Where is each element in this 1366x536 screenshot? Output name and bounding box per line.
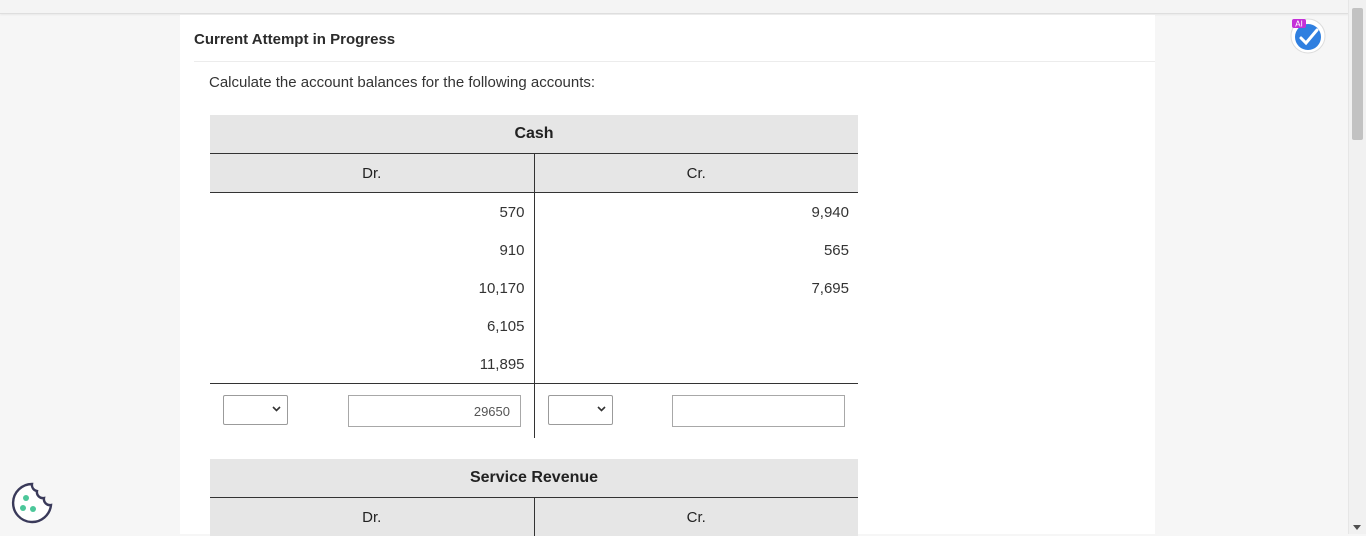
t-account-entries: 570 910 10,170 6,105 11,895 9,940 565 7,… <box>210 193 858 384</box>
t-account-cash: Cash Dr. Cr. 570 910 10,170 6,105 11,895… <box>210 115 858 438</box>
debit-column: 570 910 10,170 6,105 11,895 <box>210 193 535 383</box>
question-panel: Current Attempt in Progress Calculate th… <box>180 15 1155 536</box>
divider <box>194 61 1155 62</box>
debit-header: Dr. <box>210 498 535 536</box>
debit-balance-input[interactable]: 29650 <box>348 395 521 427</box>
t-account-title: Cash <box>210 115 858 154</box>
cookie-icon[interactable] <box>10 481 54 525</box>
t-account-header: Dr. Cr. <box>210 498 858 536</box>
debit-entry: 11,895 <box>479 355 525 373</box>
t-account-title: Service Revenue <box>210 459 858 498</box>
chevron-down-icon <box>272 404 281 415</box>
credit-balance-input[interactable] <box>671 395 845 427</box>
attempt-title: Current Attempt in Progress <box>194 31 396 48</box>
debit-entry: 10,170 <box>478 279 525 297</box>
credit-balance-cell <box>535 384 859 438</box>
credit-column: 9,940 565 7,695 <box>535 193 859 383</box>
credit-entry: 565 <box>823 241 849 259</box>
page-scrollbar[interactable] <box>1348 0 1366 534</box>
ai-assistant-icon[interactable]: AI <box>1286 16 1330 56</box>
credit-entry: 7,695 <box>811 279 849 297</box>
scrollbar-thumb[interactable] <box>1352 8 1363 140</box>
t-account-header: Dr. Cr. <box>210 154 858 193</box>
debit-entry: 6,105 <box>486 317 525 335</box>
credit-header: Cr. <box>686 164 706 182</box>
balance-row: 29650 <box>210 384 858 438</box>
t-account-service-revenue: Service Revenue Dr. Cr. <box>210 459 858 536</box>
credit-entry: 9,940 <box>811 203 849 221</box>
debit-balance-select[interactable] <box>223 395 288 425</box>
chevron-down-icon <box>596 404 606 415</box>
ai-badge-label: AI <box>1295 20 1303 29</box>
credit-balance-select[interactable] <box>547 395 613 425</box>
debit-balance-cell: 29650 <box>210 384 535 438</box>
question-instruction: Calculate the account balances for the f… <box>209 74 596 91</box>
credit-header: Cr. <box>686 508 706 526</box>
debit-header: Dr. <box>210 154 535 192</box>
debit-entry: 570 <box>499 203 525 221</box>
scroll-down-arrow-icon[interactable] <box>1353 525 1361 530</box>
debit-entry: 910 <box>499 241 525 259</box>
browser-top-bar <box>0 0 1349 14</box>
